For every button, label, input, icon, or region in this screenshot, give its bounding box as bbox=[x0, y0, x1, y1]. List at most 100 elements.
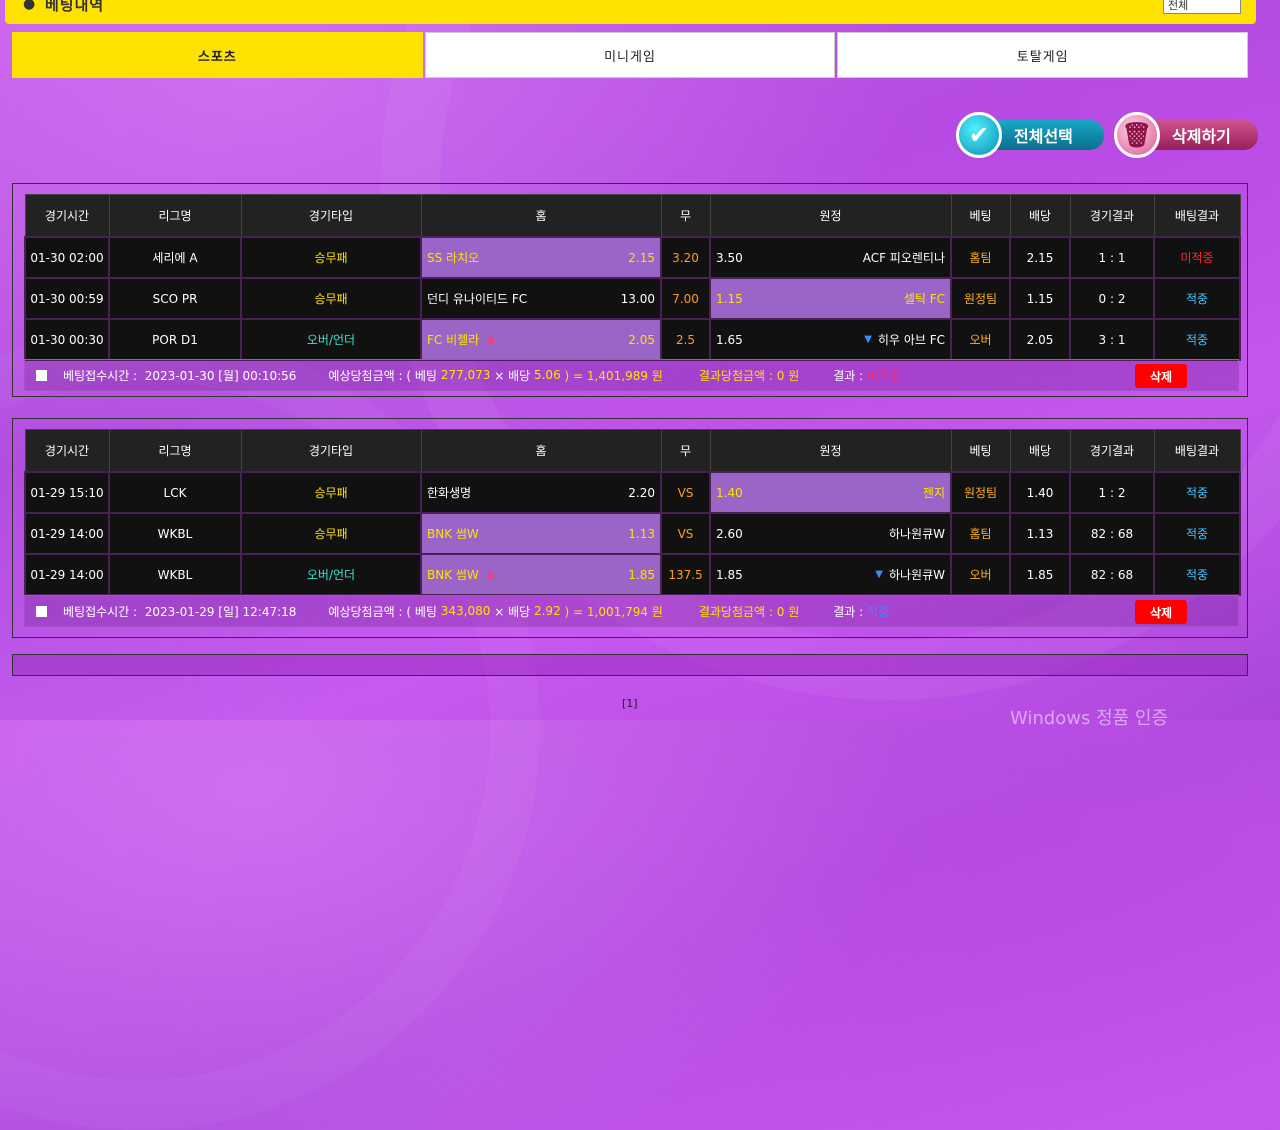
result-value: 적중 bbox=[867, 604, 890, 619]
game-type: 오버/언더 bbox=[240, 553, 422, 596]
delete-all-button[interactable]: 🗑 삭제하기 bbox=[1114, 110, 1258, 160]
arrow-down-icon: ▼ bbox=[875, 569, 883, 580]
home-team: 한화생명 bbox=[427, 486, 472, 500]
away-odds: 1.15 bbox=[716, 291, 743, 306]
bet-result: 적중 bbox=[1153, 471, 1241, 514]
trash-icon: 🗑 bbox=[1114, 112, 1160, 158]
col-header: 원정 bbox=[709, 194, 952, 238]
delete-button[interactable]: 삭제 bbox=[1135, 364, 1187, 388]
away-odds: 3.50 bbox=[716, 250, 743, 265]
tab-sports[interactable]: 스포츠 bbox=[12, 32, 423, 78]
away-cell: 2.60 하나원큐W bbox=[709, 512, 952, 555]
result-label: 결과 : bbox=[833, 604, 864, 619]
stake-amount: 343,080 bbox=[440, 604, 491, 618]
away-team: 셀틱 FC bbox=[903, 292, 945, 306]
tab-totalgame[interactable]: 토탈게임 bbox=[837, 32, 1249, 78]
draw-odds: 2.5 bbox=[660, 318, 711, 361]
game-type: 승무패 bbox=[240, 471, 422, 514]
tab-minigame[interactable]: 미니게임 bbox=[424, 32, 836, 78]
match-time: 01-29 14:00 bbox=[24, 553, 110, 596]
select-all-button[interactable]: ✔ 전체선택 bbox=[956, 110, 1104, 160]
bet-slip: 경기시간 리그명 경기타입 홈 무 원정 베팅 배당 경기결과 배팅결과 01-… bbox=[12, 418, 1248, 638]
col-header: 홈 bbox=[420, 194, 662, 238]
expected-amount: ) = 1,001,794 원 bbox=[564, 604, 663, 619]
bet-slip: 경기시간 리그명 경기타입 홈 무 원정 베팅 배당 경기결과 배팅결과 01-… bbox=[12, 183, 1248, 397]
col-header: 경기시간 bbox=[24, 194, 110, 238]
bet-pick: 오버 bbox=[950, 318, 1011, 361]
away-odds: 2.60 bbox=[716, 526, 743, 541]
empty-bar bbox=[12, 654, 1248, 676]
col-header: 배팅결과 bbox=[1153, 429, 1241, 473]
bet-pick: 홈팀 bbox=[950, 236, 1011, 279]
select-checkbox[interactable] bbox=[36, 369, 47, 381]
draw-odds: VS bbox=[660, 471, 711, 514]
bet-pick: 오버 bbox=[950, 553, 1011, 596]
home-team: FC 비젤라 bbox=[427, 333, 480, 347]
home-cell: 한화생명 2.20 bbox=[420, 471, 662, 514]
match-score: 82 : 68 bbox=[1069, 512, 1155, 555]
away-cell: 1.85 ▼ 하나원큐W bbox=[709, 553, 952, 596]
league-name: SCO PR bbox=[108, 277, 242, 320]
table-header-row: 경기시간 리그명 경기타입 홈 무 원정 베팅 배당 경기결과 배팅결과 bbox=[24, 194, 1241, 238]
total-odds: 2.92 bbox=[533, 604, 561, 618]
draw-odds: VS bbox=[660, 512, 711, 555]
result-label: 결과 : bbox=[833, 368, 864, 383]
league-name: WKBL bbox=[108, 553, 242, 596]
arrow-up-icon: ▲ bbox=[487, 334, 495, 345]
bet-summary: 베팅접수시간 : 2023-01-29 [일] 12:47:18 예상당첨금액 … bbox=[24, 595, 1239, 627]
expected-label: 예상당첨금액 : ( 베팅 bbox=[328, 368, 437, 383]
expected-amount: ) = 1,401,989 원 bbox=[564, 368, 663, 383]
away-team: 히우 아브 FC bbox=[877, 333, 945, 347]
bet-result: 적중 bbox=[1153, 553, 1241, 596]
checkmark-icon: ✔ bbox=[956, 112, 1002, 158]
away-team: 하나원큐W bbox=[888, 568, 945, 582]
bet-table: 경기시간 리그명 경기타입 홈 무 원정 베팅 배당 경기결과 배팅결과 01-… bbox=[24, 194, 1241, 361]
delete-button[interactable]: 삭제 bbox=[1135, 600, 1187, 624]
match-score: 3 : 1 bbox=[1069, 318, 1155, 361]
home-odds: 2.05 bbox=[628, 332, 655, 347]
expected-label: 예상당첨금액 : ( 베팅 bbox=[328, 604, 437, 619]
col-header: 리그명 bbox=[108, 194, 242, 238]
home-odds: 2.15 bbox=[628, 250, 655, 265]
col-header: 리그명 bbox=[108, 429, 242, 473]
league-name: 세리에 A bbox=[108, 236, 242, 279]
col-header: 홈 bbox=[420, 429, 662, 473]
bet-result: 적중 bbox=[1153, 318, 1241, 361]
table-row: 01-29 14:00 WKBL 승무패 BNK 썸W 1.13 VS 2.60 하… bbox=[24, 512, 1241, 555]
top-header: ● 베팅내역 전체 bbox=[5, 0, 1256, 24]
game-type: 승무패 bbox=[240, 512, 422, 555]
table-row: 01-30 00:59 SCO PR 승무패 던디 유나이티드 FC 13.00 … bbox=[24, 277, 1241, 320]
bet-pick: 홈팀 bbox=[950, 512, 1011, 555]
bet-result: 적중 bbox=[1153, 277, 1241, 320]
col-header: 배당 bbox=[1009, 429, 1071, 473]
home-odds: 1.13 bbox=[628, 526, 655, 541]
bet-result: 적중 bbox=[1153, 512, 1241, 555]
league-name: WKBL bbox=[108, 512, 242, 555]
pagination-page[interactable]: [1] bbox=[622, 697, 638, 710]
game-type: 승무패 bbox=[240, 277, 422, 320]
home-odds: 13.00 bbox=[620, 291, 655, 306]
away-cell: 3.50 ACF 피오렌티나 bbox=[709, 236, 952, 279]
match-time: 01-29 15:10 bbox=[24, 471, 110, 514]
select-all-label: 전체선택 bbox=[988, 120, 1104, 150]
col-header: 배당 bbox=[1009, 194, 1071, 238]
bet-odds: 1.40 bbox=[1009, 471, 1071, 514]
total-odds: 5.06 bbox=[533, 368, 561, 382]
away-odds: 1.40 bbox=[716, 485, 743, 500]
col-header: 배팅결과 bbox=[1153, 194, 1241, 238]
away-cell: 1.15 셀틱 FC bbox=[709, 277, 952, 320]
arrow-up-icon: ▲ bbox=[486, 569, 495, 580]
match-score: 0 : 2 bbox=[1069, 277, 1155, 320]
bet-time: 2023-01-30 [월] 00:10:56 bbox=[144, 368, 297, 383]
away-cell: 1.40 젠지 bbox=[709, 471, 952, 514]
match-score: 82 : 68 bbox=[1069, 553, 1155, 596]
select-checkbox[interactable] bbox=[36, 605, 47, 617]
col-header: 베팅 bbox=[950, 194, 1011, 238]
bee-icon: ● bbox=[23, 0, 36, 12]
table-header-row: 경기시간 리그명 경기타입 홈 무 원정 베팅 배당 경기결과 배팅결과 bbox=[24, 429, 1241, 473]
match-time: 01-30 00:59 bbox=[24, 277, 110, 320]
times-label: × 배당 bbox=[494, 604, 531, 619]
bet-summary: 베팅접수시간 : 2023-01-30 [월] 00:10:56 예상당첨금액 … bbox=[24, 359, 1239, 391]
filter-select[interactable]: 전체 bbox=[1163, 0, 1241, 14]
won-amount: 결과당첨금액 : 0 원 bbox=[698, 368, 800, 383]
